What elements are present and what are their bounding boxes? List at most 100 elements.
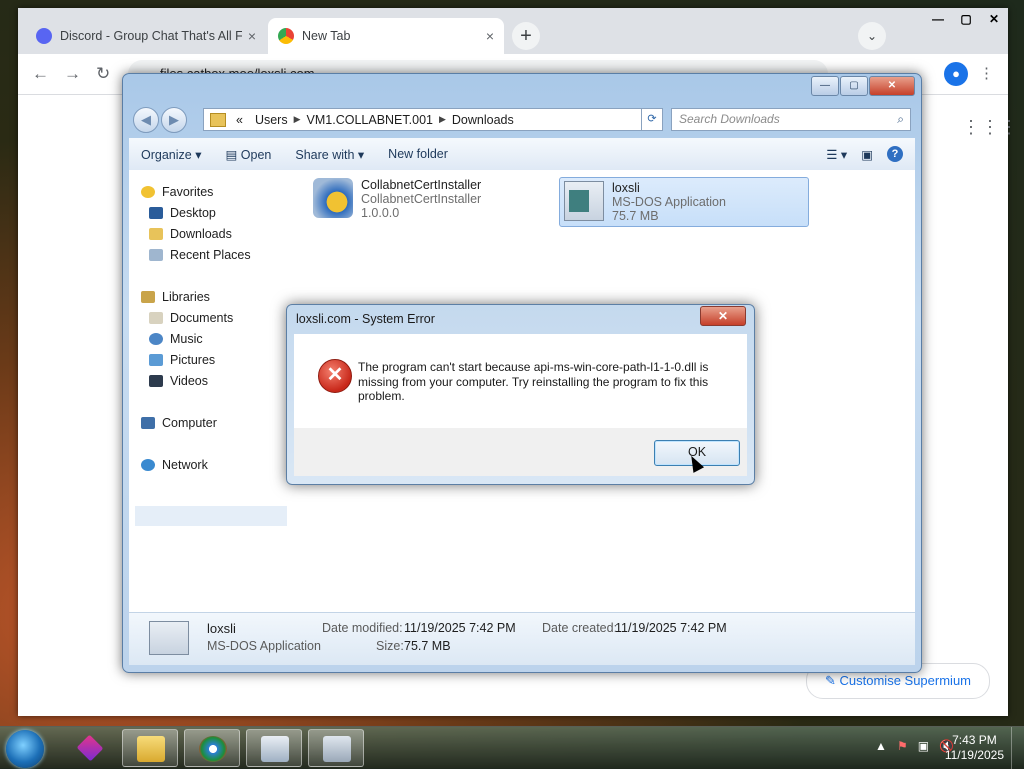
breadcrumb-separator-icon[interactable]: ▶ xyxy=(294,114,301,125)
details-pane: loxsli MS-DOS Application Date modified:… xyxy=(129,612,915,665)
tray-overflow-icon[interactable]: ▲ xyxy=(875,739,887,753)
tab-new-tab[interactable]: New Tab × xyxy=(268,18,504,54)
nav-item-libraries[interactable]: Libraries xyxy=(141,287,210,307)
installer-icon xyxy=(313,178,353,218)
maximize-button[interactable]: ▢ xyxy=(952,8,980,30)
file-item-loxsli[interactable]: loxsli MS-DOS Application 75.7 MB xyxy=(559,177,809,227)
apps-grid-icon[interactable]: ⋮⋮⋮ xyxy=(962,117,1019,138)
back-icon[interactable]: ← xyxy=(32,64,49,84)
file-name: CollabnetCertInstaller xyxy=(361,178,482,192)
tab-close-icon[interactable]: × xyxy=(248,28,256,44)
dialog-title: loxsli.com - System Error xyxy=(296,312,435,326)
nav-item-pictures[interactable]: Pictures xyxy=(149,350,215,370)
reload-icon[interactable]: ↻ xyxy=(96,64,110,84)
taskbar-error-dialog[interactable] xyxy=(308,729,364,767)
start-button[interactable] xyxy=(6,730,44,768)
preview-pane-icon[interactable]: ▣ xyxy=(861,147,873,162)
taskbar-browser[interactable] xyxy=(184,729,240,767)
explorer-back-button[interactable]: ◀ xyxy=(133,107,159,133)
msdos-app-icon xyxy=(564,181,604,221)
file-name: loxsli xyxy=(612,181,640,195)
tab-close-icon[interactable]: × xyxy=(486,28,494,44)
views-button[interactable]: ☰ ▾ xyxy=(826,147,847,162)
system-tray: ▲ ⚑ ▣ 🔇 xyxy=(875,739,954,753)
action-center-flag-icon[interactable]: ⚑ xyxy=(897,739,908,753)
command-bar: Organize ▾ ▤ Open Share with ▾ New folde… xyxy=(129,138,915,171)
share-with-button[interactable]: Share with ▾ xyxy=(283,147,376,162)
date-created-label: Date created: xyxy=(542,621,618,635)
search-icon[interactable]: ⌕ xyxy=(897,109,904,130)
breadcrumb-separator-icon[interactable]: ▶ xyxy=(439,114,446,125)
new-folder-button[interactable]: New folder xyxy=(376,147,460,161)
dialog-close-button[interactable]: ✕ xyxy=(700,306,746,326)
music-icon xyxy=(149,333,163,345)
explorer-minimize-button[interactable]: — xyxy=(811,76,839,96)
new-tab-button[interactable]: + xyxy=(512,22,540,50)
open-button[interactable]: ▤ Open xyxy=(213,147,283,162)
taskbar-loxsli[interactable] xyxy=(246,729,302,767)
tab-title: Discord - Group Chat That's All Fun & Ga… xyxy=(60,29,242,43)
explorer-address-bar[interactable]: « Users ▶ VM1.COLLABNET.001 ▶ Downloads … xyxy=(203,108,663,131)
breadcrumb-users[interactable]: Users xyxy=(249,113,294,127)
dialog-body: ✕ The program can't start because api-ms… xyxy=(294,334,747,428)
tab-discord[interactable]: Discord - Group Chat That's All Fun & Ga… xyxy=(26,18,266,54)
tab-title: New Tab xyxy=(302,29,351,43)
msdos-app-icon xyxy=(149,621,189,655)
refresh-button[interactable]: ⟳ xyxy=(641,108,663,131)
breadcrumb-user[interactable]: VM1.COLLABNET.001 xyxy=(301,113,439,127)
explorer-forward-button[interactable]: ▶ xyxy=(161,107,187,133)
nav-item-documents[interactable]: Documents xyxy=(149,308,233,328)
menu-icon[interactable]: ⋮ xyxy=(979,64,994,82)
explorer-close-button[interactable]: ✕ xyxy=(869,76,915,96)
chromium-icon xyxy=(199,736,227,762)
network-tray-icon[interactable]: ▣ xyxy=(918,739,929,753)
close-button[interactable]: ✕ xyxy=(980,8,1008,30)
nav-item-videos[interactable]: Videos xyxy=(149,371,208,391)
error-icon: ✕ xyxy=(318,359,352,393)
nav-label: Computer xyxy=(162,416,217,430)
nav-item-downloads[interactable]: Downloads xyxy=(149,224,232,244)
network-icon xyxy=(141,459,155,471)
navigation-pane: Favorites Desktop Downloads Recent Place… xyxy=(129,170,290,612)
taskbar-app-launcher[interactable] xyxy=(62,729,118,767)
minimize-button[interactable]: — xyxy=(924,8,952,30)
profile-avatar[interactable]: ● xyxy=(944,62,968,86)
nav-label: Recent Places xyxy=(170,248,251,262)
size-value: 75.7 MB xyxy=(404,639,451,653)
dialog-footer: OK xyxy=(294,428,747,476)
file-item-collabnetcertinstaller[interactable]: CollabnetCertInstaller CollabnetCertInst… xyxy=(313,178,543,228)
explorer-caption-buttons: — ▢ ✕ xyxy=(811,76,915,96)
nav-label: Desktop xyxy=(170,206,216,220)
nav-item-recent-places[interactable]: Recent Places xyxy=(149,245,251,265)
search-input[interactable]: Search Downloads ⌕ xyxy=(671,108,911,131)
error-message: The program can't start because api-ms-w… xyxy=(358,360,709,403)
nav-item-computer[interactable]: Computer xyxy=(141,413,217,433)
libraries-icon xyxy=(141,291,155,303)
computer-icon xyxy=(141,417,155,429)
nav-item-desktop[interactable]: Desktop xyxy=(149,203,216,223)
size-label: Size: xyxy=(376,639,404,653)
show-desktop-button[interactable] xyxy=(1011,727,1024,769)
breadcrumb-downloads[interactable]: Downloads xyxy=(446,113,520,127)
open-label: Open xyxy=(240,147,272,162)
nav-item-music[interactable]: Music xyxy=(149,329,203,349)
organize-button[interactable]: Organize ▾ xyxy=(129,147,213,162)
dialog-window-icon xyxy=(323,736,351,762)
tab-search-button[interactable]: ⌄ xyxy=(858,22,886,50)
date-created-value: 11/19/2025 7:42 PM xyxy=(615,621,727,635)
nav-item-network[interactable]: Network xyxy=(141,455,208,475)
nav-label: Pictures xyxy=(170,353,216,367)
taskbar-clock[interactable]: 7:43 PM 11/19/2025 xyxy=(945,733,1004,763)
folder-icon xyxy=(137,736,165,762)
forward-icon[interactable]: → xyxy=(64,64,81,84)
explorer-maximize-button[interactable]: ▢ xyxy=(840,76,868,96)
taskbar-windows-explorer[interactable] xyxy=(122,729,178,767)
help-icon[interactable]: ? xyxy=(887,146,903,162)
nav-item-favorites[interactable]: Favorites xyxy=(141,182,213,202)
address-overflow[interactable]: « xyxy=(230,113,249,127)
date-modified-label: Date modified: xyxy=(322,621,403,635)
videos-icon xyxy=(149,375,163,387)
msdos-app-icon-panel xyxy=(569,190,589,212)
date-modified-value: 11/19/2025 7:42 PM xyxy=(404,621,516,635)
nav-selection-highlight xyxy=(135,506,287,526)
